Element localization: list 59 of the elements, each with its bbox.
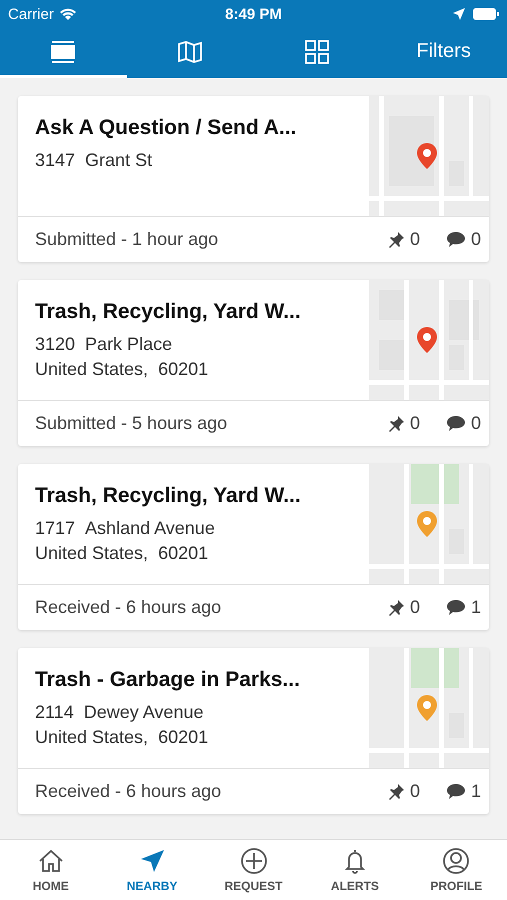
request-card[interactable]: Trash, Recycling, Yard W... 3120 Park Place United States, 60201 Submitted - 5 hours ago 0 0 (18, 280, 489, 446)
request-title: Ask A Question / Send A... (35, 116, 298, 140)
carrier-name: Carrier (8, 6, 54, 22)
request-title: Trash, Recycling, Yard W... (35, 484, 302, 508)
street-number: 3147 (35, 150, 76, 171)
wifi-icon (58, 7, 77, 21)
comment-count: 1 (470, 597, 481, 618)
zip-code: 60201 (158, 543, 208, 564)
comment-count: 0 (470, 413, 481, 434)
comment-count: 1 (470, 781, 481, 802)
comment-icon (446, 230, 466, 248)
pin-count: 0 (410, 229, 420, 250)
request-status: Submitted - 1 hour ago (35, 229, 220, 250)
pushpin-icon (386, 782, 405, 800)
pin-count: 0 (410, 413, 420, 434)
street-name: Ashland Avenue (85, 518, 215, 539)
list-view-icon (50, 40, 76, 64)
zip-code: 60201 (158, 359, 208, 380)
request-status: Received - 6 hours ago (35, 597, 222, 618)
comment-icon (446, 414, 466, 432)
comment-count: 0 (470, 229, 481, 250)
location-arrow-icon (453, 8, 465, 20)
pin-count: 0 (410, 781, 420, 802)
request-card[interactable]: Ask A Question / Send A... 3147 Grant St Submitted - 1 hour ago 0 0 (18, 96, 489, 262)
street-name: Park Place (85, 334, 172, 355)
pushpin-icon (386, 414, 405, 432)
add-circle-icon (240, 847, 268, 875)
pushpin-icon (386, 230, 405, 248)
zip-code: 60201 (158, 727, 208, 748)
country: United States, (35, 359, 148, 380)
comment-icon (446, 598, 466, 616)
country: United States, (35, 543, 148, 564)
street-name: Grant St (85, 150, 152, 171)
pin-count: 0 (410, 597, 420, 618)
request-card[interactable]: Trash - Garbage in Parks... 2114 Dewey Avenue United States, 60201 Received - 6 hours ago 0 1 (18, 648, 489, 814)
nav-tab[interactable]: PROFILE (406, 840, 507, 900)
home-icon (36, 847, 65, 875)
street-number: 2114 (35, 702, 74, 723)
street-name: Dewey Avenue (84, 702, 204, 723)
request-status: Received - 6 hours ago (35, 781, 222, 802)
grid-icon (304, 40, 329, 64)
nav-tab[interactable]: ALERTS (304, 840, 406, 900)
profile-icon (442, 847, 470, 875)
country: United States, (35, 727, 148, 748)
request-status: Submitted - 5 hours ago (35, 413, 228, 434)
street-number: 1717 (35, 518, 76, 539)
comment-icon (446, 782, 466, 800)
nav-tab[interactable]: REQUEST (202, 840, 304, 900)
nav-tab[interactable]: HOME (0, 840, 102, 900)
filters-tab[interactable]: Filters (380, 28, 507, 78)
map-icon (177, 40, 204, 64)
request-title: Trash, Recycling, Yard W... (35, 300, 302, 324)
street-number: 3120 (35, 334, 76, 355)
pushpin-icon (386, 598, 405, 616)
request-title: Trash - Garbage in Parks... (35, 668, 301, 692)
battery-icon (473, 8, 499, 20)
nav-tab[interactable]: NEARBY (101, 840, 203, 900)
request-card[interactable]: Trash, Recycling, Yard W... 1717 Ashland Avenue United States, 60201 Received - 6 hours ago 0 1 (18, 464, 489, 630)
clock-time: 8:49 PM (225, 6, 282, 22)
